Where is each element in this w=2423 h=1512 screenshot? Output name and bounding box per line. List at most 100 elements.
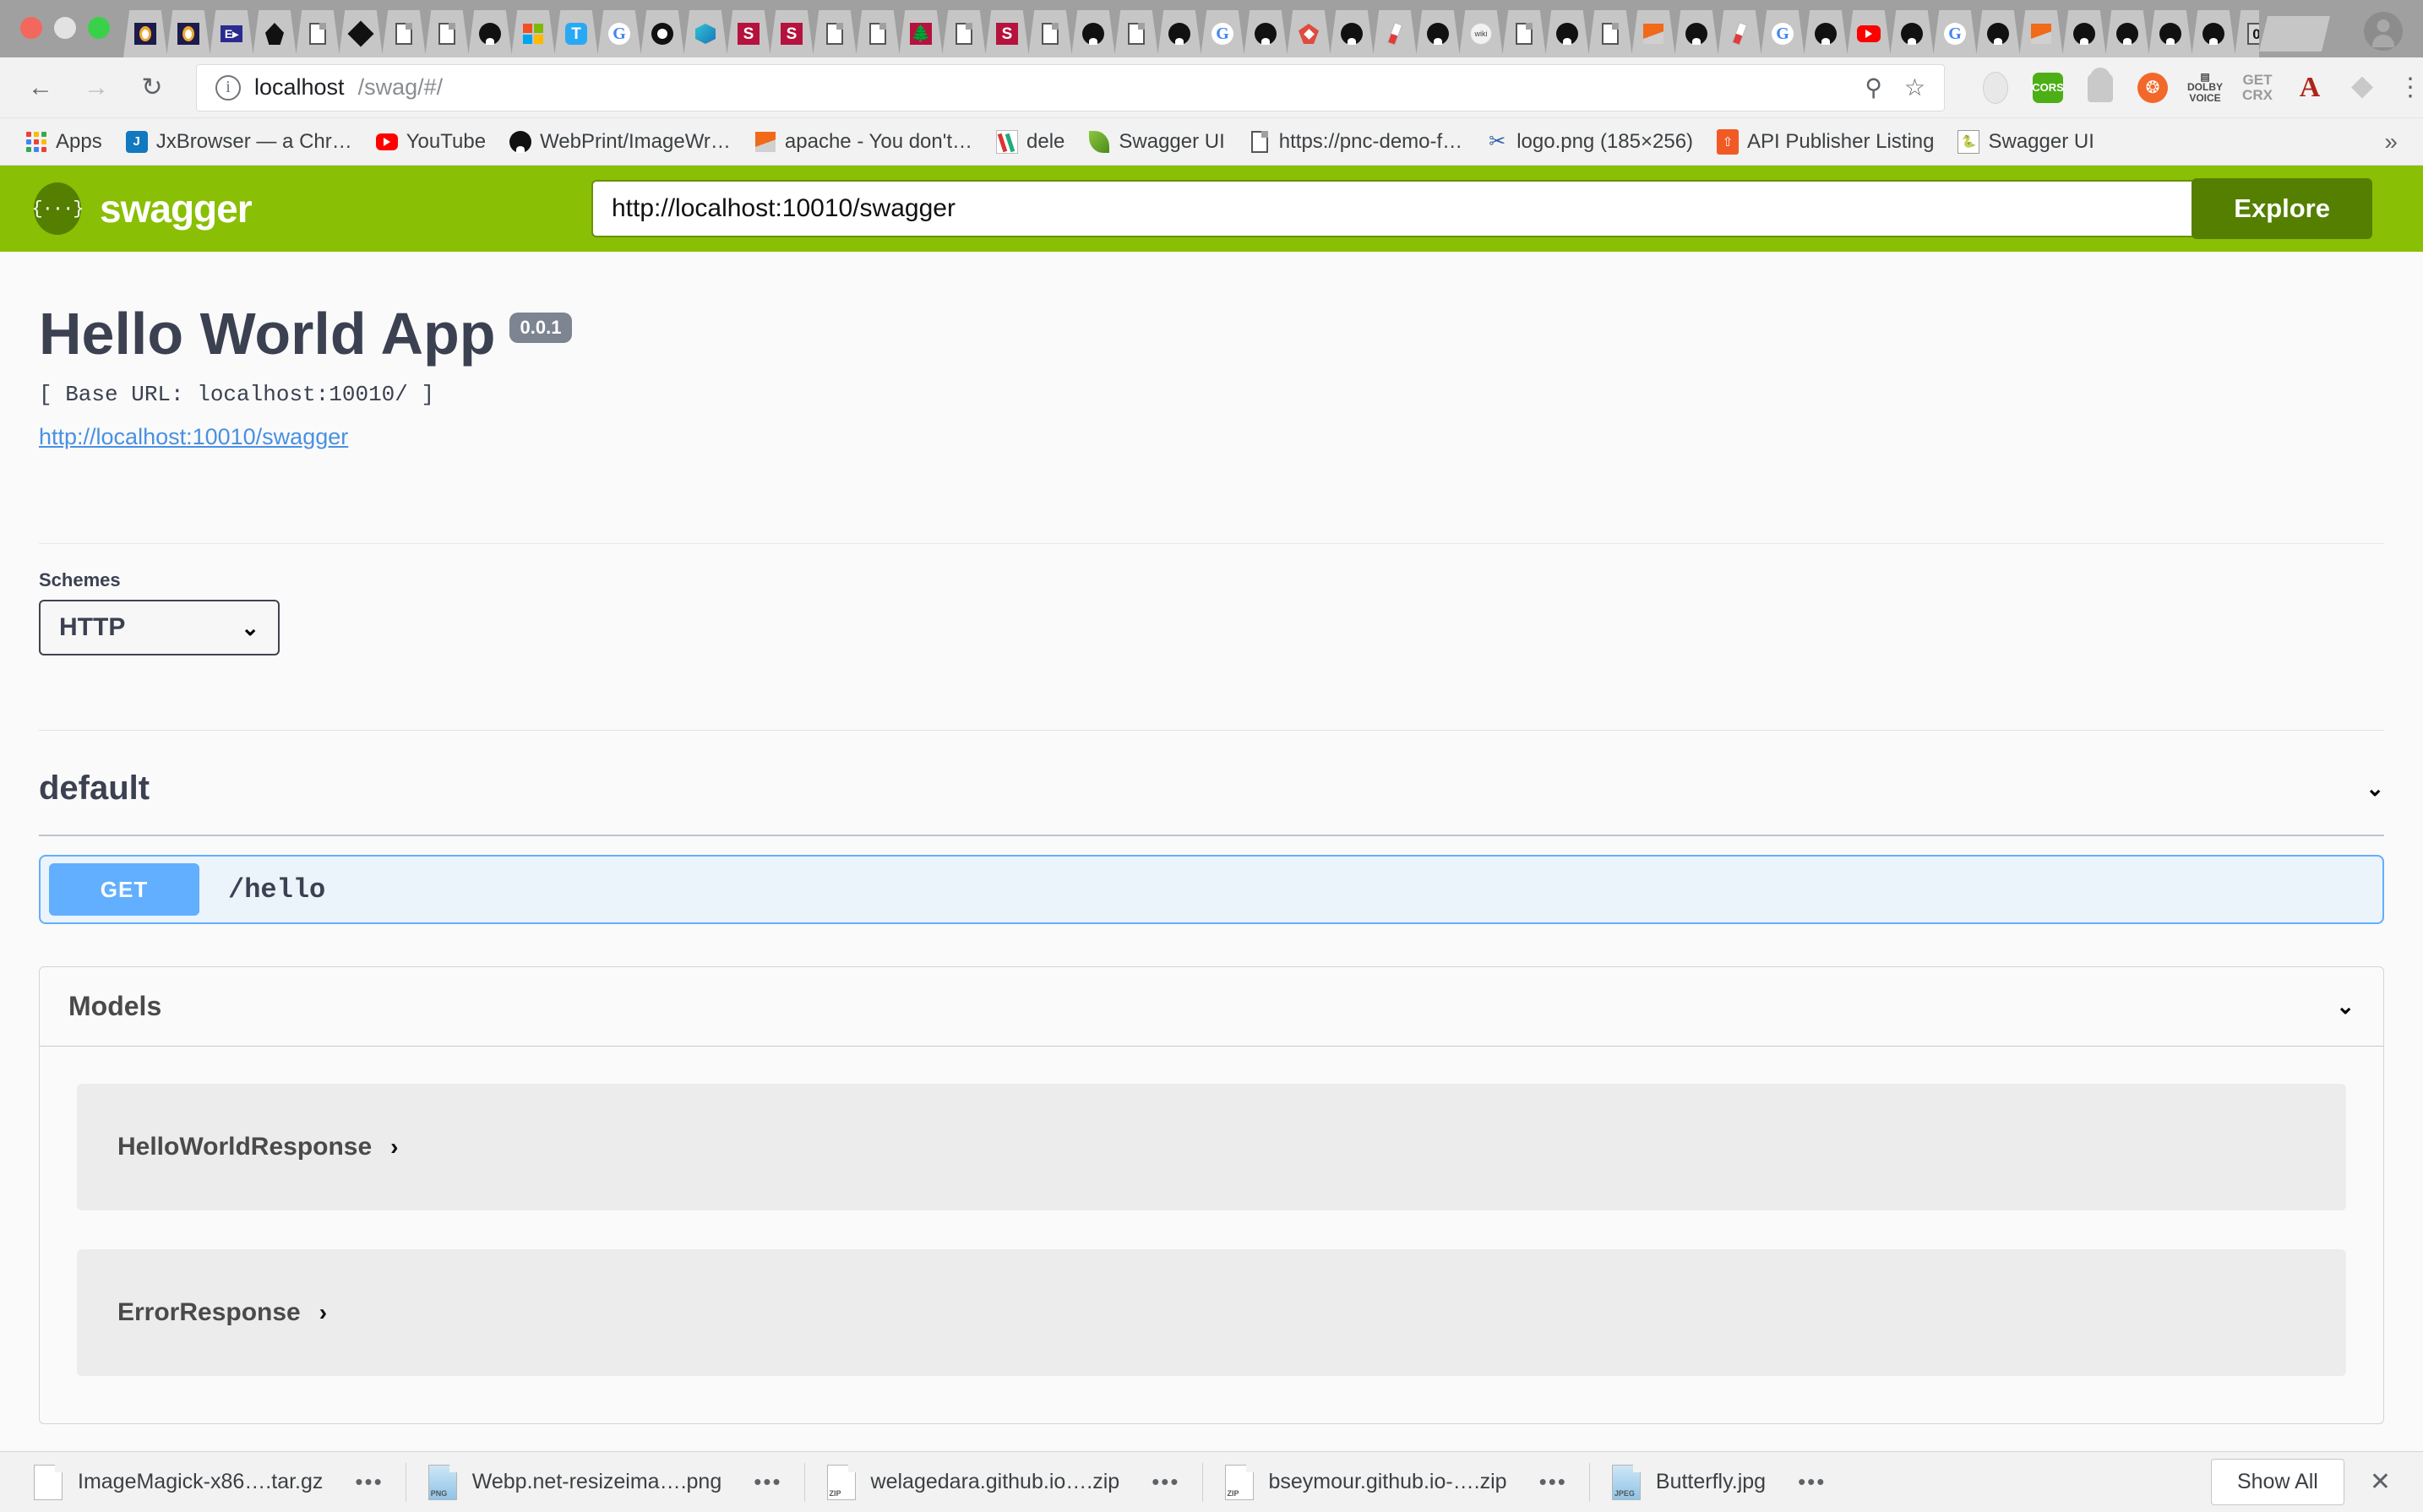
browser-tab[interactable]: S (770, 10, 814, 57)
browser-tab[interactable] (1502, 10, 1546, 57)
download-item[interactable]: JPEG Butterfly.jpg ••• (1590, 1459, 1848, 1506)
browser-tab[interactable] (1545, 10, 1589, 57)
browser-tab[interactable] (1847, 10, 1891, 57)
browser-tab[interactable] (1157, 10, 1201, 57)
browser-tab[interactable] (382, 10, 426, 57)
browser-tab[interactable]: 0 (2235, 10, 2259, 57)
star-icon[interactable]: ☆ (1904, 73, 1925, 101)
browser-tab[interactable] (123, 10, 167, 57)
browser-tab[interactable] (683, 10, 727, 57)
chevron-down-icon[interactable]: ⌄ (2366, 775, 2384, 802)
browser-tab[interactable]: G (1761, 10, 1805, 57)
bookmark-item[interactable]: Swagger UI (1076, 125, 1236, 159)
chevron-right-icon[interactable]: › (319, 1299, 327, 1326)
bookmark-item[interactable]: Apps (14, 125, 114, 159)
browser-tab[interactable] (339, 10, 383, 57)
bookmark-item[interactable]: ⇧ API Publisher Listing (1705, 125, 1946, 159)
new-tab-button[interactable] (2259, 10, 2352, 57)
browser-tab[interactable] (296, 10, 340, 57)
browser-tab[interactable] (2062, 10, 2106, 57)
swagger-brand[interactable]: {···} swagger (32, 182, 591, 235)
show-all-downloads-button[interactable]: Show All (2210, 1459, 2344, 1505)
browser-tab[interactable] (1416, 10, 1460, 57)
schemes-select[interactable]: HTTP ⌄ (39, 600, 280, 655)
bookmarks-overflow-button[interactable]: » (2384, 128, 2409, 155)
browser-tab[interactable] (2019, 10, 2063, 57)
diamond-extension-icon[interactable] (2345, 71, 2379, 105)
browser-tab[interactable] (1028, 10, 1072, 57)
browser-tab[interactable] (1373, 10, 1417, 57)
browser-tab[interactable] (1588, 10, 1632, 57)
forward-button[interactable]: → (73, 64, 120, 111)
close-shelf-icon[interactable]: ✕ (2370, 1467, 2396, 1497)
browser-tab[interactable] (1804, 10, 1848, 57)
browser-tab[interactable] (1976, 10, 2020, 57)
orange-extension-icon[interactable]: ❂ (2136, 71, 2170, 105)
browser-tab[interactable]: E▸ (210, 10, 253, 57)
download-menu-icon[interactable]: ••• (737, 1469, 781, 1495)
explore-button[interactable]: Explore (2192, 178, 2372, 239)
browser-tab[interactable] (253, 10, 297, 57)
bookmark-item[interactable]: 🐍 Swagger UI (1946, 125, 2105, 159)
browser-tab[interactable]: S (985, 10, 1029, 57)
download-menu-icon[interactable]: ••• (1135, 1469, 1179, 1495)
browser-tab[interactable]: G (597, 10, 641, 57)
browser-tab[interactable]: G (1201, 10, 1244, 57)
browser-tab[interactable] (1071, 10, 1115, 57)
bookmark-item[interactable]: YouTube (364, 125, 498, 159)
dolby-voice-extension-icon[interactable]: ▤ DOLBY VOICE (2187, 71, 2223, 105)
browser-tab[interactable]: wiki (1459, 10, 1503, 57)
download-menu-icon[interactable]: ••• (1781, 1469, 1826, 1495)
models-header[interactable]: Models ⌄ (40, 967, 2383, 1047)
chevron-down-icon[interactable]: ⌄ (2336, 993, 2355, 1020)
browser-tab[interactable] (166, 10, 210, 57)
download-menu-icon[interactable]: ••• (338, 1469, 383, 1495)
spec-url-link[interactable]: http://localhost:10010/swagger (39, 424, 348, 450)
bookmark-item[interactable]: WebPrint/ImageWr… (498, 125, 743, 159)
browser-tab[interactable]: S (727, 10, 770, 57)
opera-extension-icon[interactable] (1979, 71, 2012, 105)
browser-tab[interactable]: G (1933, 10, 1977, 57)
maximize-window-button[interactable] (88, 17, 110, 39)
adblock-a-extension-icon[interactable]: A (2293, 71, 2327, 105)
tag-header[interactable]: default ⌄ (39, 770, 2384, 835)
spec-url-input[interactable] (591, 180, 2199, 237)
browser-tab[interactable]: T (554, 10, 598, 57)
download-menu-icon[interactable]: ••• (1522, 1469, 1567, 1495)
chrome-menu-icon[interactable]: ⋮ (2398, 75, 2423, 101)
bookmark-item[interactable]: https://pnc-demo-f… (1237, 125, 1474, 159)
browser-tab[interactable] (1287, 10, 1331, 57)
address-bar[interactable]: i localhost/swag/#/ ⚲ ☆ (196, 63, 1945, 111)
zoom-in-icon[interactable]: ⚲ (1865, 73, 1882, 101)
bookmark-item[interactable]: dele (984, 125, 1076, 159)
bookmark-item[interactable]: ✂ logo.png (185×256) (1474, 125, 1705, 159)
back-button[interactable]: ← (17, 64, 64, 111)
browser-tab[interactable] (2105, 10, 2149, 57)
site-info-icon[interactable]: i (215, 74, 241, 101)
model-row[interactable]: HelloWorldResponse › (77, 1084, 2346, 1210)
browser-tab[interactable] (2192, 10, 2235, 57)
browser-tab[interactable] (856, 10, 900, 57)
operation-get-hello[interactable]: GET /hello (39, 855, 2384, 924)
get-crx-extension-icon[interactable]: GET CRX (2241, 71, 2274, 105)
browser-tab[interactable] (1244, 10, 1288, 57)
bookmark-item[interactable]: J JxBrowser — a Chr… (114, 125, 364, 159)
browser-tab[interactable]: 🌲 (899, 10, 943, 57)
browser-tab[interactable] (1330, 10, 1374, 57)
bookmark-item[interactable]: apache - You don't… (743, 125, 984, 159)
browser-tab[interactable] (640, 10, 684, 57)
download-item[interactable]: ZIP welagedara.github.io….zip ••• (805, 1459, 1202, 1506)
browser-tab[interactable] (1631, 10, 1675, 57)
download-item[interactable]: PNG Webp.net-resizeima….png ••• (406, 1459, 804, 1506)
cors-extension-icon[interactable]: CORS (2031, 71, 2065, 105)
browser-tab[interactable] (2148, 10, 2192, 57)
browser-tab[interactable] (813, 10, 857, 57)
android-extension-icon[interactable] (2083, 67, 2117, 105)
browser-tab[interactable] (425, 10, 469, 57)
download-item[interactable]: ImageMagick-x86….tar.gz ••• (12, 1459, 406, 1506)
browser-tab[interactable] (1890, 10, 1934, 57)
profile-avatar[interactable] (2364, 12, 2403, 51)
browser-tab[interactable] (1718, 10, 1761, 57)
browser-tab[interactable] (1674, 10, 1718, 57)
reload-button[interactable]: ↻ (128, 64, 176, 111)
